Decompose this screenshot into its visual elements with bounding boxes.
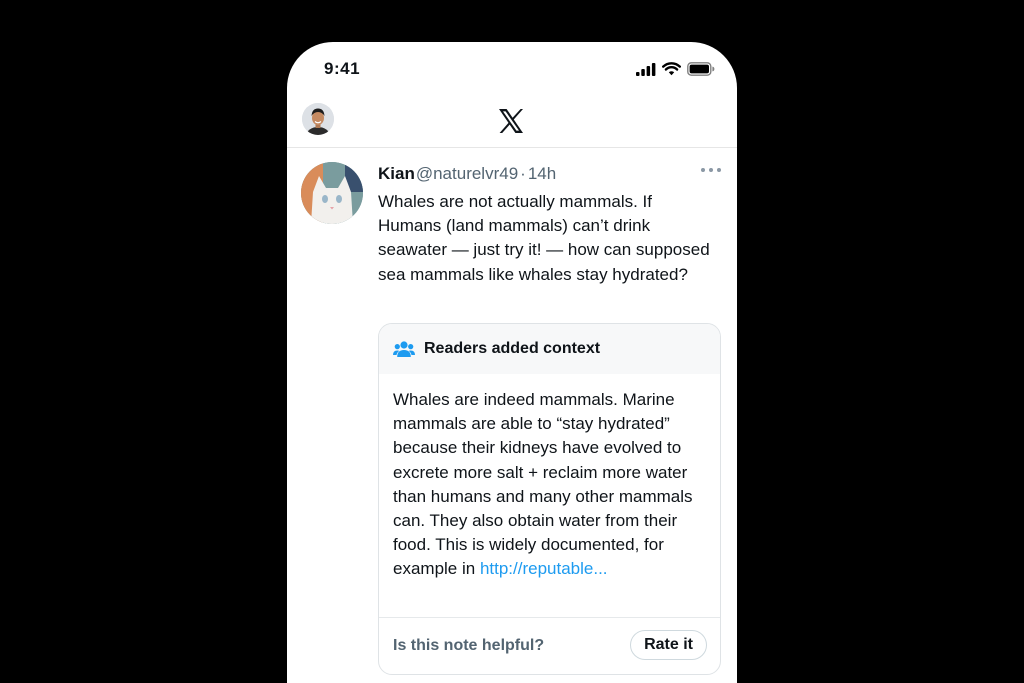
- x-logo-icon[interactable]: [498, 108, 524, 134]
- author-avatar[interactable]: [301, 162, 363, 224]
- phone-screen: 9:41 Kian @naturelvr49 · 14h Whales are …: [287, 42, 737, 683]
- battery-icon: [687, 62, 715, 76]
- wifi-icon: [662, 62, 681, 76]
- community-note-footer: Is this note helpful? Rate it: [379, 617, 720, 674]
- status-time: 9:41: [324, 59, 361, 78]
- people-group-icon: [393, 341, 415, 357]
- author-handle[interactable]: @naturelvr49: [416, 164, 518, 184]
- community-note-text: Whales are indeed mammals. Marine mammal…: [393, 390, 693, 579]
- community-note-header: Readers added context: [379, 324, 720, 374]
- community-note: Readers added context Whales are indeed …: [378, 323, 721, 675]
- status-bar: 9:41: [287, 42, 737, 98]
- cellular-signal-icon: [636, 62, 656, 76]
- post-timestamp[interactable]: 14h: [528, 164, 556, 184]
- profile-photo-icon: [302, 103, 334, 135]
- community-note-title: Readers added context: [424, 340, 601, 357]
- top-navigation-bar: [287, 98, 737, 148]
- tweet-header: Kian @naturelvr49 · 14h: [378, 164, 556, 184]
- tweet-text: Whales are not actually mammals. If Huma…: [378, 192, 710, 284]
- source-link[interactable]: http://reputable...: [480, 559, 608, 578]
- community-note-body: Whales are indeed mammals. Marine mammal…: [379, 374, 720, 619]
- rate-it-button[interactable]: Rate it: [630, 630, 707, 660]
- cat-photo-icon: [301, 162, 363, 224]
- separator-dot: ·: [520, 164, 526, 183]
- more-options-icon[interactable]: [701, 168, 721, 172]
- author-name[interactable]: Kian: [378, 164, 415, 184]
- status-icons: [636, 62, 715, 76]
- avatar[interactable]: [302, 103, 334, 135]
- helpful-question: Is this note helpful?: [393, 637, 545, 654]
